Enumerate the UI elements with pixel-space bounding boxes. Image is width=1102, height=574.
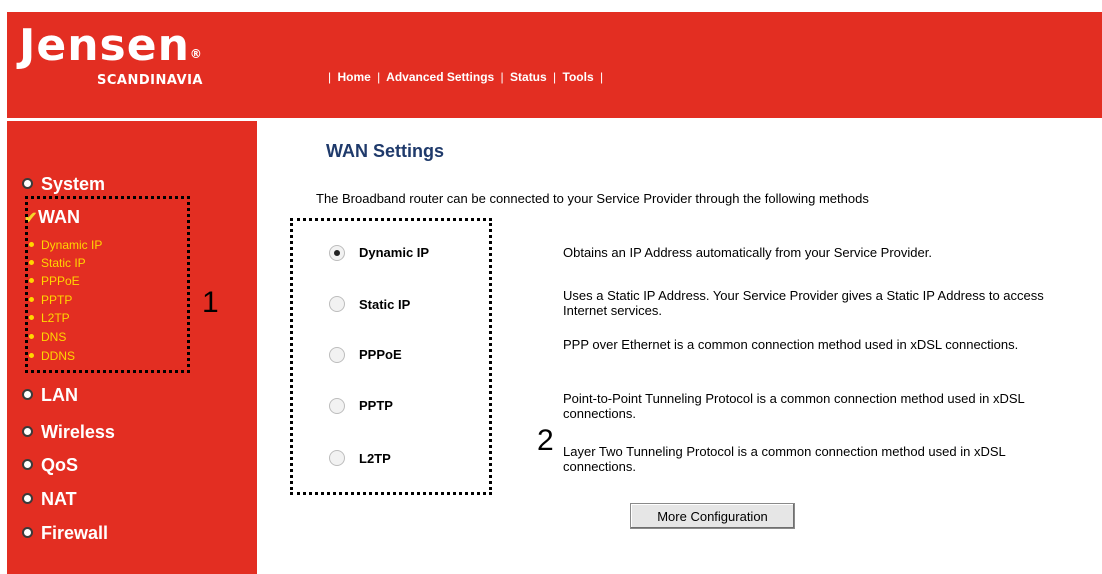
page-intro-text: The Broadband router can be connected to… bbox=[316, 191, 869, 206]
nav-separator: | bbox=[553, 70, 557, 84]
radio-static-ip[interactable] bbox=[329, 296, 345, 312]
option-description-pppoe: PPP over Ethernet is a common connection… bbox=[563, 337, 1019, 352]
sidebar-divider bbox=[7, 118, 257, 121]
sidebar-subitem-dns[interactable]: DNS bbox=[29, 331, 66, 343]
radio-dynamic-ip[interactable] bbox=[329, 245, 345, 261]
nav-separator: | bbox=[328, 70, 332, 84]
sidebar-item-qos[interactable]: QoS bbox=[22, 455, 78, 476]
sidebar-item-label: WAN bbox=[38, 207, 80, 227]
more-configuration-button[interactable]: More Configuration bbox=[630, 503, 795, 529]
sidebar-item-label: System bbox=[41, 174, 106, 194]
option-description-pptp: Point-to-Point Tunneling Protocol is a c… bbox=[563, 391, 1025, 421]
nav-link-status[interactable]: Status bbox=[510, 70, 547, 84]
sidebar-item-firewall[interactable]: Firewall bbox=[22, 523, 108, 544]
nav-separator: | bbox=[377, 70, 381, 84]
option-label-dynamic-ip[interactable]: Dynamic IP bbox=[359, 245, 429, 260]
nav-link-tools[interactable]: Tools bbox=[563, 70, 594, 84]
brand-logo: Jensen® bbox=[19, 20, 203, 71]
option-description-dynamic-ip: Obtains an IP Address automatically from… bbox=[563, 245, 932, 260]
bullet-icon bbox=[22, 388, 33, 400]
sidebar-item-wan[interactable]: ✔WAN bbox=[24, 207, 80, 228]
annotation-number-1: 1 bbox=[202, 286, 219, 319]
bullet-icon bbox=[29, 278, 34, 284]
bullet-icon bbox=[22, 425, 33, 437]
brand-logo-subtitle: SCANDINAVIA bbox=[97, 73, 203, 88]
bullet-icon bbox=[22, 492, 33, 504]
radio-pppoe[interactable] bbox=[329, 347, 345, 363]
option-label-pppoe[interactable]: PPPoE bbox=[359, 347, 402, 362]
sidebar-subitem-pppoe[interactable]: PPPoE bbox=[29, 275, 80, 287]
bullet-icon bbox=[29, 260, 34, 266]
sidebar-item-lan[interactable]: LAN bbox=[22, 385, 78, 406]
bullet-icon bbox=[22, 526, 33, 538]
sidebar-item-system[interactable]: System bbox=[22, 174, 105, 195]
sidebar-item-label: Firewall bbox=[41, 523, 109, 543]
option-description-l2tp: Layer Two Tunneling Protocol is a common… bbox=[563, 444, 1006, 474]
header-bar: Jensen® SCANDINAVIA | Home | Advanced Se… bbox=[7, 12, 1102, 118]
sidebar-subitem-l2tp[interactable]: L2TP bbox=[29, 312, 70, 324]
nav-separator: | bbox=[599, 70, 604, 84]
sidebar-subitem-ddns[interactable]: DDNS bbox=[29, 350, 75, 362]
page-title: WAN Settings bbox=[326, 141, 445, 161]
bullet-icon bbox=[29, 297, 34, 303]
sidebar-subitem-pptp[interactable]: PPTP bbox=[29, 294, 72, 306]
bullet-icon bbox=[29, 315, 34, 321]
option-description-static-ip: Uses a Static IP Address. Your Service P… bbox=[563, 288, 1044, 318]
sidebar-item-label: QoS bbox=[41, 455, 79, 475]
bullet-icon bbox=[29, 334, 34, 340]
nav-link-advanced-settings[interactable]: Advanced Settings bbox=[386, 70, 494, 84]
sidebar-item-label: Wireless bbox=[41, 422, 115, 442]
radio-l2tp[interactable] bbox=[329, 450, 345, 466]
nav-link-home[interactable]: Home bbox=[337, 70, 370, 84]
sidebar-item-nat[interactable]: NAT bbox=[22, 489, 77, 510]
bullet-icon bbox=[29, 353, 34, 359]
registered-mark: ® bbox=[189, 47, 203, 61]
checkmark-icon: ✔ bbox=[24, 210, 38, 227]
option-label-static-ip[interactable]: Static IP bbox=[359, 297, 410, 312]
bullet-icon bbox=[29, 242, 34, 248]
sidebar-subitem-dynamic-ip[interactable]: Dynamic IP bbox=[29, 239, 102, 251]
top-navigation: | Home | Advanced Settings | Status | To… bbox=[325, 70, 606, 84]
sidebar-subitem-static-ip[interactable]: Static IP bbox=[29, 257, 86, 269]
option-label-pptp[interactable]: PPTP bbox=[359, 398, 393, 413]
radio-pptp[interactable] bbox=[329, 398, 345, 414]
sidebar-item-label: LAN bbox=[41, 385, 78, 405]
nav-separator: | bbox=[500, 70, 504, 84]
bullet-icon bbox=[22, 177, 33, 189]
sidebar-item-wireless[interactable]: Wireless bbox=[22, 422, 115, 443]
option-label-l2tp[interactable]: L2TP bbox=[359, 451, 391, 466]
sidebar-item-label: NAT bbox=[41, 489, 77, 509]
bullet-icon bbox=[22, 458, 33, 470]
annotation-number-2: 2 bbox=[537, 424, 554, 457]
